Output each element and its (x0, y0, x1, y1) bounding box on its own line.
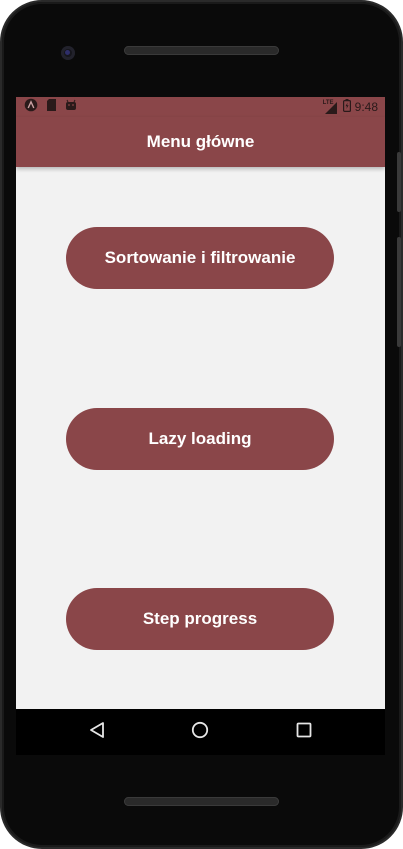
step-progress-button[interactable]: Step progress (66, 588, 334, 650)
recents-button[interactable] (281, 709, 327, 755)
clock: 9:48 (354, 100, 378, 114)
status-bar: LTE 9:48 (16, 97, 385, 117)
volume-rocker (397, 237, 401, 347)
sorting-filtering-button[interactable]: Sortowanie i filtrowanie (66, 227, 334, 289)
battery-icon (342, 99, 351, 115)
network-type-label: LTE (322, 99, 334, 106)
navigation-bar (16, 709, 385, 755)
screen: LTE 9:48 Menu główne Sortowanie i filtro… (16, 97, 385, 709)
phone-frame: LTE 9:48 Menu główne Sortowanie i filtro… (0, 0, 403, 849)
front-camera (61, 46, 75, 60)
back-button[interactable] (74, 709, 120, 755)
notification-a-icon (24, 98, 38, 117)
top-speaker (124, 46, 279, 55)
android-icon (65, 98, 77, 116)
home-button[interactable] (177, 709, 223, 755)
home-icon (191, 721, 209, 744)
sd-card-icon (46, 98, 57, 116)
recents-icon (296, 722, 312, 743)
page-title: Menu główne (146, 132, 255, 151)
back-icon (89, 721, 105, 744)
bottom-speaker (124, 797, 279, 806)
lte-signal-icon: LTE (322, 99, 339, 114)
power-button (397, 152, 401, 212)
lazy-loading-button[interactable]: Lazy loading (66, 408, 334, 470)
app-bar: Menu główne (16, 117, 385, 167)
